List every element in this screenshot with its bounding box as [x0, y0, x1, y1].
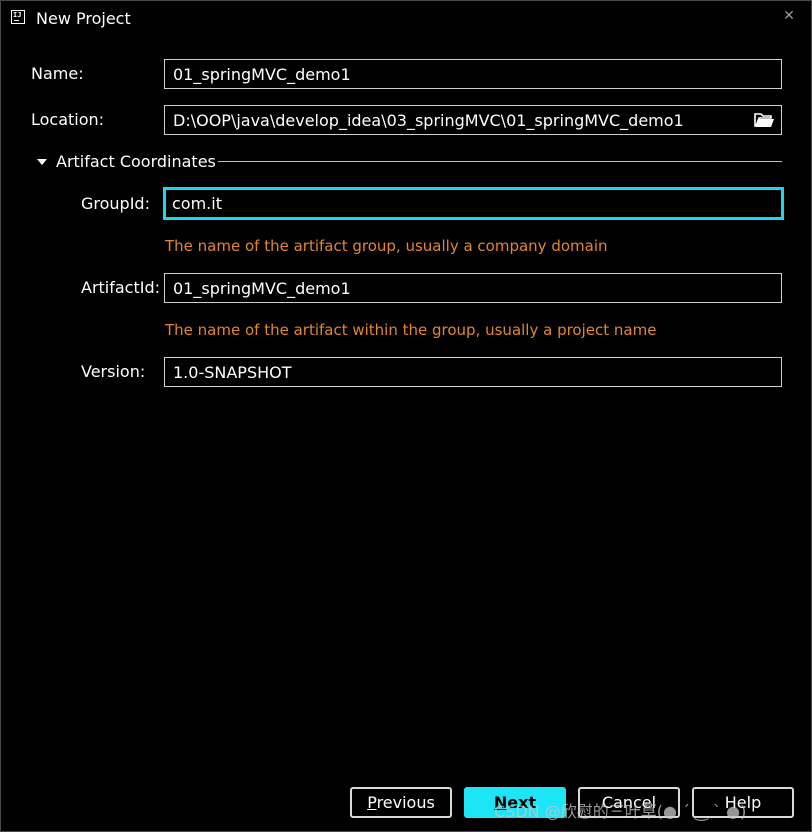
version-input[interactable] — [164, 357, 782, 387]
collapse-triangle-icon[interactable] — [36, 156, 48, 168]
previous-mnemonic: P — [367, 793, 377, 812]
previous-label-rest: revious — [376, 793, 435, 812]
app-icon-bar — [14, 20, 19, 21]
section-divider — [218, 161, 782, 162]
artifact-coordinates-header[interactable]: Artifact Coordinates — [56, 152, 216, 172]
csdn-watermark: CSDN @欣慰的三叶草(● ´ ‿ ` ●) — [494, 802, 747, 821]
artifact-id-hint: The name of the artifact within the grou… — [165, 321, 657, 339]
previous-button[interactable]: Previous — [350, 787, 452, 818]
window-title: New Project — [36, 9, 131, 28]
app-icon-text: IJ — [13, 11, 22, 19]
group-id-hint: The name of the artifact group, usually … — [165, 237, 608, 255]
location-label: Location: — [31, 110, 105, 129]
intellij-app-icon: IJ — [11, 10, 25, 24]
new-project-dialog: IJ New Project ✕ Name: Location: Artifac… — [0, 0, 812, 832]
name-label: Name: — [31, 64, 84, 83]
close-icon[interactable]: ✕ — [779, 6, 799, 26]
group-id-label: GroupId: — [81, 194, 150, 213]
location-input[interactable] — [164, 105, 782, 135]
browse-folder-icon[interactable] — [753, 111, 775, 129]
artifact-id-input[interactable] — [164, 273, 782, 303]
title-bar: IJ New Project ✕ — [1, 1, 811, 37]
group-id-input[interactable] — [163, 187, 784, 220]
name-input[interactable] — [164, 59, 782, 89]
version-label: Version: — [81, 362, 146, 381]
artifact-id-label: ArtifactId: — [81, 278, 161, 297]
